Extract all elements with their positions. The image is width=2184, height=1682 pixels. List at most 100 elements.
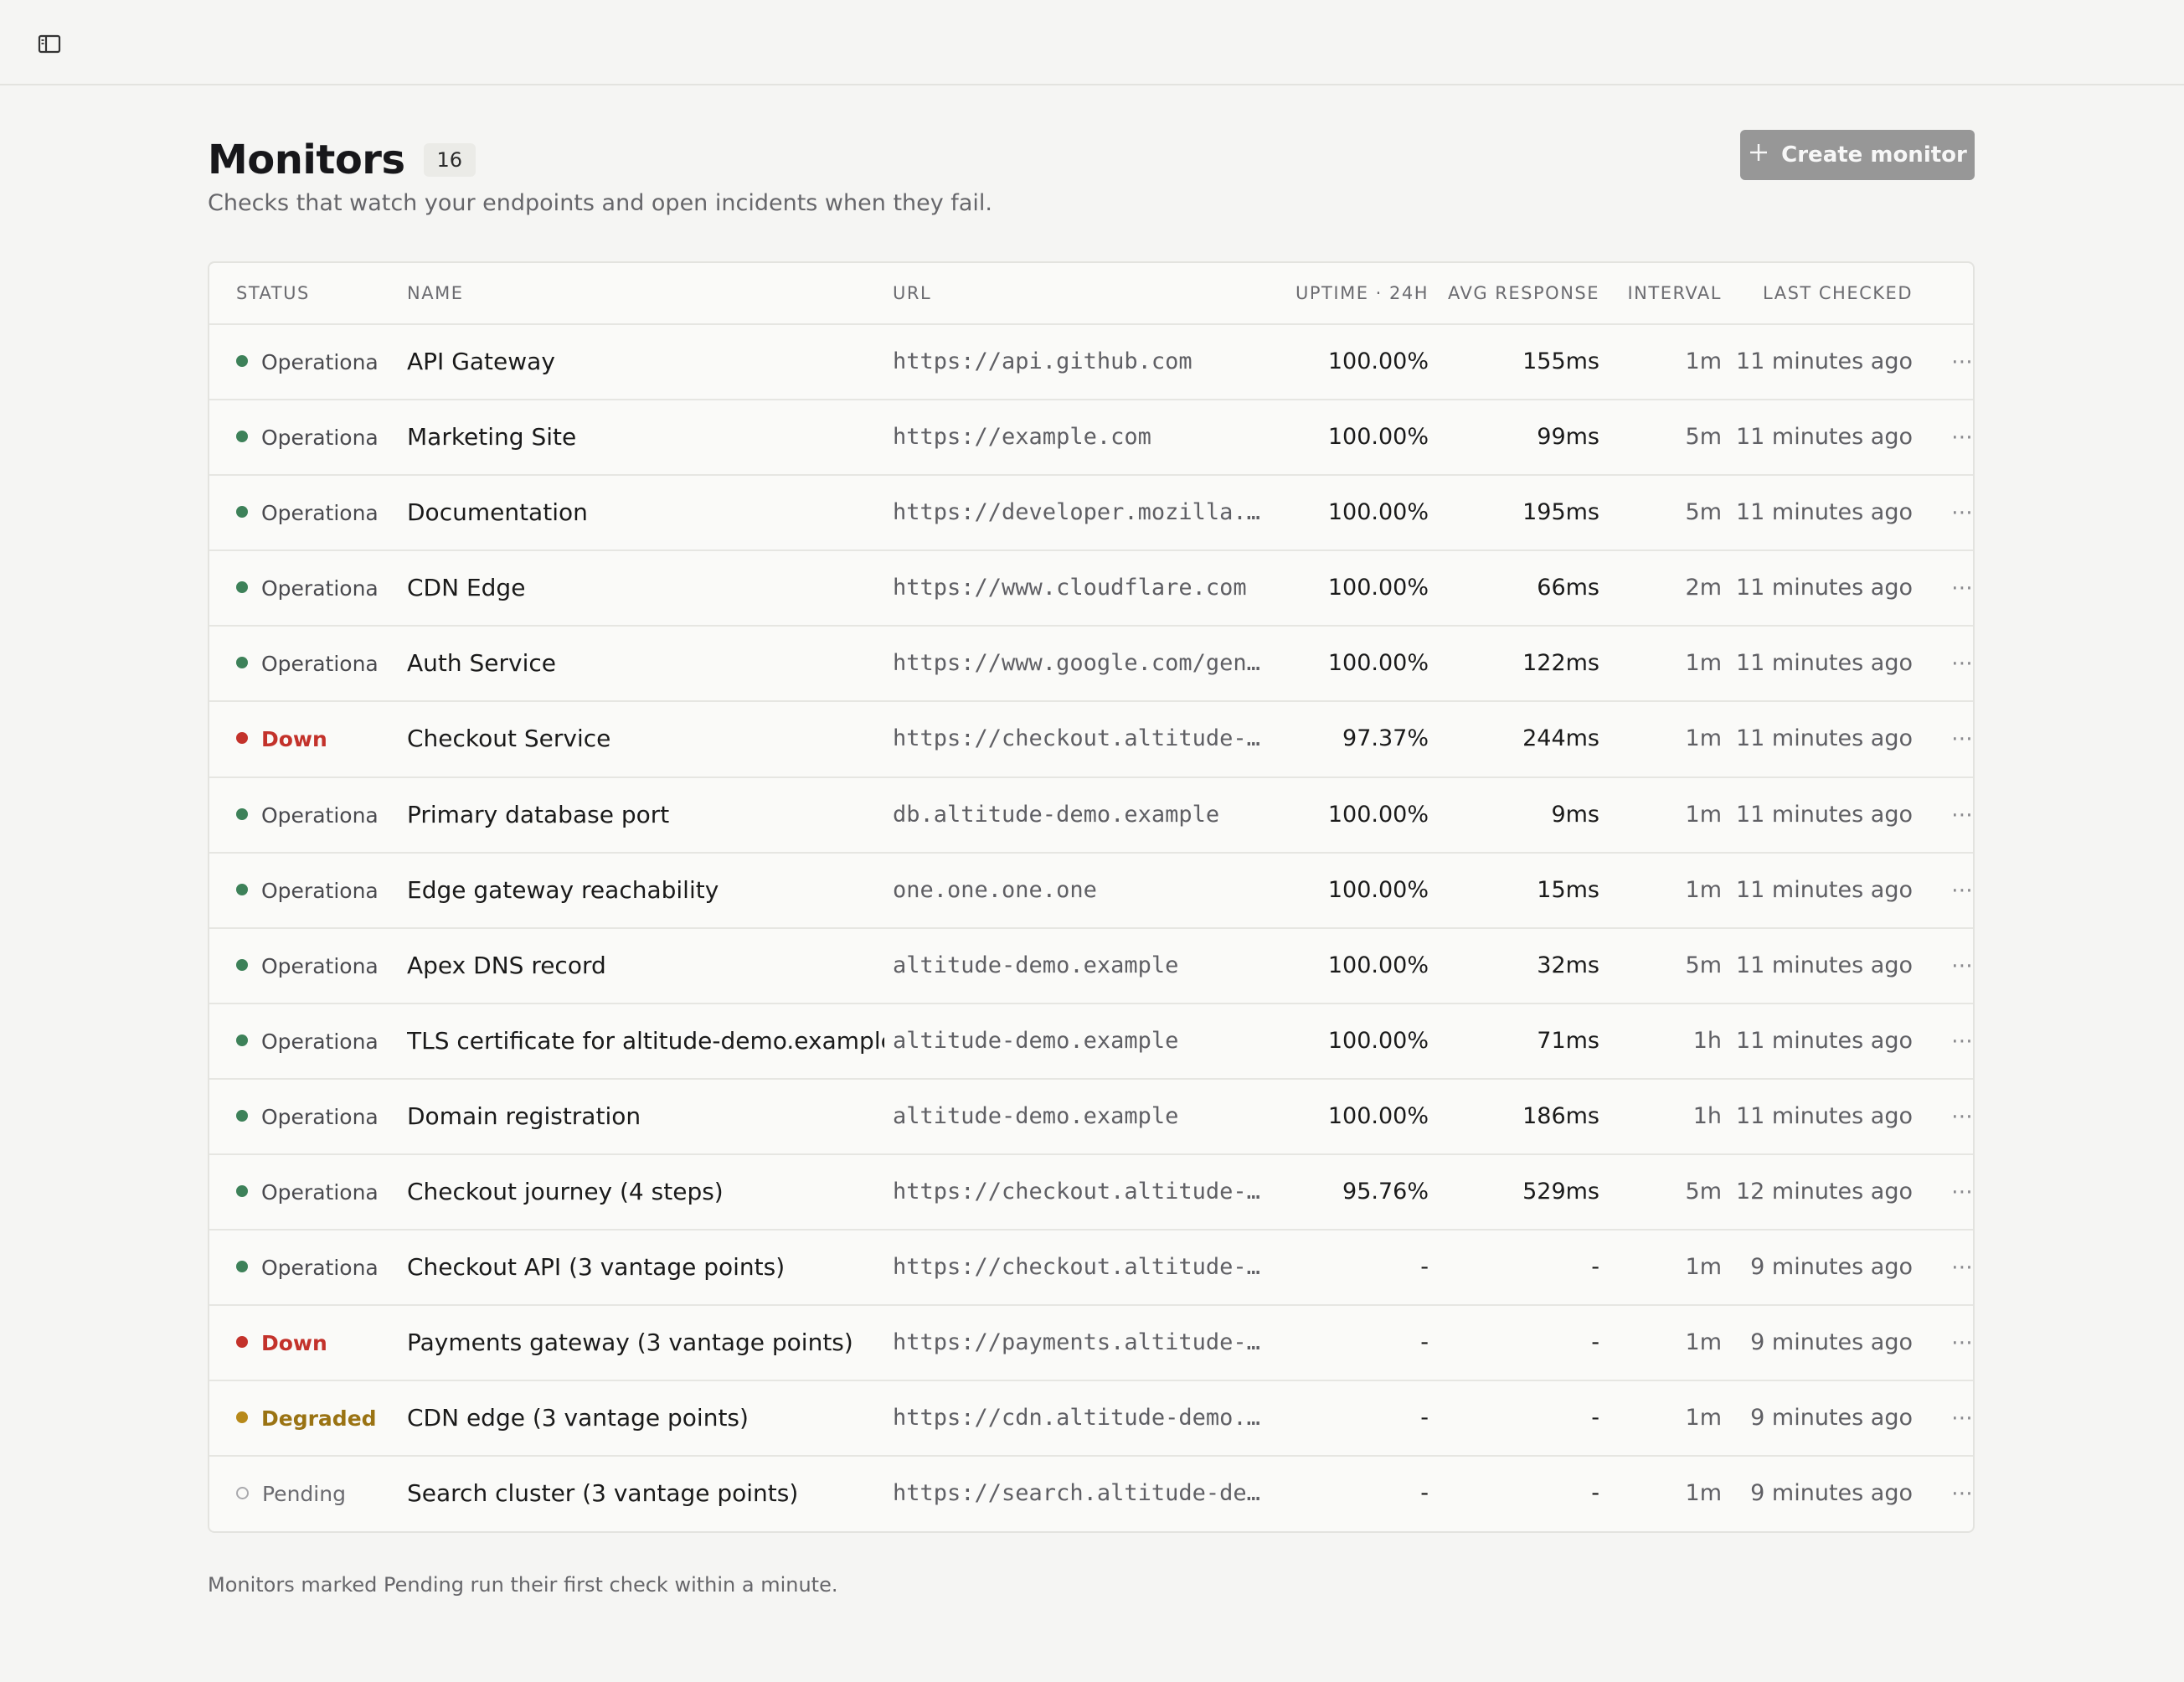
monitor-url: https://www.cloudflare.com <box>893 575 1247 601</box>
avg-response-value: 15ms <box>1537 876 1599 903</box>
more-horizontal-icon[interactable]: ⋯ <box>1950 400 1973 474</box>
sidebar-toggle-icon[interactable] <box>37 32 62 55</box>
interval-value: 1m <box>1685 801 1722 828</box>
more-horizontal-icon[interactable]: ⋯ <box>1950 1457 1973 1530</box>
more-horizontal-icon[interactable]: ⋯ <box>1950 778 1973 852</box>
more-horizontal-icon[interactable]: ⋯ <box>1950 1080 1973 1153</box>
status-cell: Operational <box>236 1155 379 1229</box>
table-row[interactable]: Operational CDN Edge https://www.cloudflar… <box>209 551 1973 627</box>
create-monitor-button[interactable]: Create monitor <box>1740 130 1975 180</box>
last-checked-value: 11 minutes ago <box>1735 499 1913 526</box>
table-row[interactable]: Degraded CDN edge (3 vantage points) https… <box>209 1381 1973 1458</box>
column-header-uptime[interactable]: UPTIME · 24H <box>1295 263 1429 323</box>
column-header-interval[interactable]: INTERVAL <box>1627 263 1722 323</box>
uptime-value: 95.76% <box>1342 1179 1429 1205</box>
avg-response-value: 186ms <box>1522 1102 1599 1129</box>
monitor-name[interactable]: Auth Service <box>407 627 884 700</box>
uptime-value: - <box>1420 1405 1429 1432</box>
more-horizontal-icon[interactable]: ⋯ <box>1950 929 1973 1003</box>
status-cell: Down <box>236 1306 379 1380</box>
monitor-name[interactable]: Marketing Site <box>407 400 884 474</box>
monitor-name[interactable]: TLS certificate for altitude-demo.exampl… <box>407 1004 884 1078</box>
more-horizontal-icon[interactable]: ⋯ <box>1950 1004 1973 1078</box>
status-label: Operational <box>261 878 379 903</box>
monitor-name[interactable]: Checkout Service <box>407 702 884 776</box>
more-horizontal-icon[interactable]: ⋯ <box>1950 627 1973 700</box>
status-label: Operational <box>261 652 379 677</box>
more-horizontal-icon[interactable]: ⋯ <box>1950 1231 1973 1304</box>
table-row[interactable]: Operational Edge gateway reachability one.… <box>209 854 1973 929</box>
column-header-last-checked[interactable]: LAST CHECKED <box>1763 263 1913 323</box>
avg-response-value: 32ms <box>1537 952 1599 978</box>
monitor-name[interactable]: Domain registration <box>407 1080 884 1153</box>
column-header-name[interactable]: NAME <box>407 263 463 323</box>
monitor-name[interactable]: CDN edge (3 vantage points) <box>407 1381 884 1455</box>
more-horizontal-icon[interactable]: ⋯ <box>1950 476 1973 549</box>
column-header-status[interactable]: STATUS <box>236 263 310 323</box>
avg-response-value: 244ms <box>1522 725 1599 752</box>
status-label: Down <box>261 727 327 752</box>
last-checked-value: 11 minutes ago <box>1735 424 1913 451</box>
avg-response-value: 195ms <box>1522 499 1599 526</box>
status-label: Degraded <box>261 1406 377 1432</box>
monitor-name[interactable]: Documentation <box>407 476 884 549</box>
table-row[interactable]: Operational Apex DNS record altitude-demo.… <box>209 929 1973 1004</box>
more-horizontal-icon[interactable]: ⋯ <box>1950 551 1973 625</box>
more-horizontal-icon[interactable]: ⋯ <box>1950 325 1973 399</box>
more-horizontal-icon[interactable]: ⋯ <box>1950 854 1973 927</box>
monitor-name[interactable]: CDN Edge <box>407 551 884 625</box>
monitor-name[interactable]: Apex DNS record <box>407 929 884 1003</box>
status-dot-icon <box>236 1185 248 1198</box>
table-row[interactable]: Operational Checkout journey (4 steps) htt… <box>209 1155 1973 1231</box>
last-checked-value: 9 minutes ago <box>1750 1254 1913 1281</box>
monitor-name[interactable]: API Gateway <box>407 325 884 399</box>
status-dot-icon <box>236 1486 249 1499</box>
table-row[interactable]: Operational Marketing Site https://example… <box>209 400 1973 477</box>
table-row[interactable]: Operational Documentation https://develope… <box>209 476 1973 552</box>
status-dot-icon <box>236 1109 248 1122</box>
avg-response-value: 155ms <box>1522 348 1599 374</box>
uptime-value: 100.00% <box>1327 575 1429 601</box>
monitor-name[interactable]: Edge gateway reachability <box>407 854 884 927</box>
column-header-url[interactable]: URL <box>893 263 931 323</box>
table-row[interactable]: Operational Domain registration altitude-d… <box>209 1080 1973 1156</box>
status-dot-icon <box>236 355 248 367</box>
table-row[interactable]: Pending Search cluster (3 vantage points)… <box>209 1457 1973 1531</box>
uptime-value: - <box>1420 1254 1429 1281</box>
table-row[interactable]: Operational API Gateway https://api.github… <box>209 325 1973 401</box>
status-cell: Operational <box>236 627 379 700</box>
monitor-name[interactable]: Search cluster (3 vantage points) <box>407 1457 884 1530</box>
column-header-avg-response[interactable]: AVG RESPONSE <box>1448 263 1599 323</box>
status-dot-icon <box>236 581 248 594</box>
status-dot-icon <box>236 807 248 820</box>
uptime-value: 100.00% <box>1327 952 1429 978</box>
interval-value: 1m <box>1685 1480 1722 1507</box>
status-dot-icon <box>236 1034 248 1046</box>
more-horizontal-icon[interactable]: ⋯ <box>1950 702 1973 776</box>
interval-value: 1m <box>1685 725 1722 752</box>
monitor-url: https://checkout.altitude-d… <box>893 1179 1261 1205</box>
more-horizontal-icon[interactable]: ⋯ <box>1950 1155 1973 1229</box>
last-checked-value: 9 minutes ago <box>1750 1329 1913 1356</box>
last-checked-value: 11 minutes ago <box>1735 801 1913 828</box>
avg-response-value: 99ms <box>1537 424 1599 451</box>
table-row[interactable]: Operational Primary database port db.altit… <box>209 778 1973 854</box>
monitor-name[interactable]: Payments gateway (3 vantage points) <box>407 1306 884 1380</box>
monitor-url: db.altitude-demo.example <box>893 801 1220 828</box>
uptime-value: 100.00% <box>1327 499 1429 526</box>
monitor-url: https://developer.mozilla.o… <box>893 499 1261 526</box>
status-label: Operational <box>261 1256 379 1281</box>
monitor-name[interactable]: Checkout API (3 vantage points) <box>407 1231 884 1304</box>
more-horizontal-icon[interactable]: ⋯ <box>1950 1381 1973 1455</box>
table-row[interactable]: Operational Auth Service https://www.googl… <box>209 627 1973 703</box>
table-row[interactable]: Down Checkout Service https://checkout.alt… <box>209 702 1973 778</box>
monitor-name[interactable]: Checkout journey (4 steps) <box>407 1155 884 1229</box>
table-row[interactable]: Down Payments gateway (3 vantage points) h… <box>209 1306 1973 1382</box>
avg-response-value: 122ms <box>1522 650 1599 677</box>
table-row[interactable]: Operational TLS certificate for altitude-… <box>209 1004 1973 1080</box>
more-horizontal-icon[interactable]: ⋯ <box>1950 1306 1973 1380</box>
table-row[interactable]: Operational Checkout API (3 vantage point… <box>209 1231 1973 1307</box>
title-row: Monitors 16 <box>208 131 476 189</box>
monitor-name[interactable]: Primary database port <box>407 778 884 852</box>
page-title: Monitors <box>208 137 405 183</box>
